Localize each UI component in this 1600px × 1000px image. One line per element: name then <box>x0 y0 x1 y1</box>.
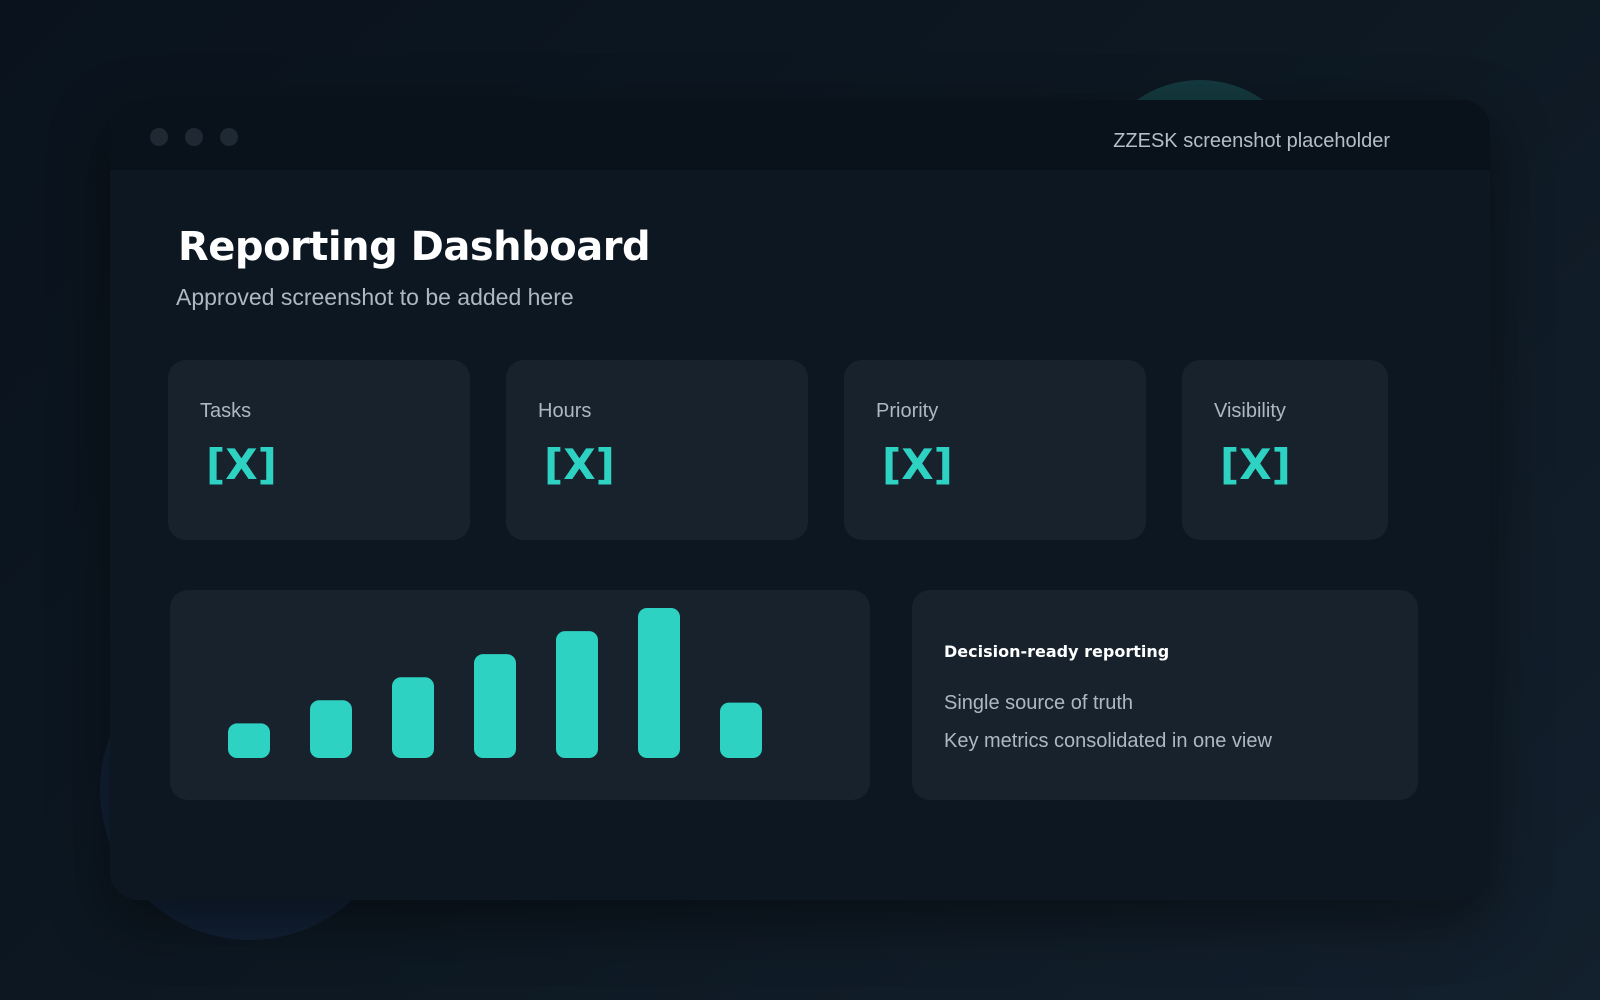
metric-label: Hours <box>538 400 592 422</box>
metric-value: [X] <box>882 440 953 489</box>
chart-bar <box>720 702 762 758</box>
chart-bar <box>392 677 434 758</box>
metric-card-priority: Priority [X] <box>844 360 1146 540</box>
page-subtitle: Approved screenshot to be added here <box>176 284 574 310</box>
window-titlebar: ZZESK screenshot placeholder <box>110 100 1490 170</box>
metric-value: [X] <box>206 440 277 489</box>
chart-bar <box>228 723 270 758</box>
page-title: Reporting Dashboard <box>178 224 651 270</box>
metric-value: [X] <box>1220 440 1291 489</box>
info-card: Decision-ready reporting Single source o… <box>912 590 1418 800</box>
bar-chart-card <box>170 590 870 800</box>
metric-label: Visibility <box>1214 400 1286 422</box>
metric-label: Tasks <box>200 400 252 422</box>
chart-bar <box>638 608 680 758</box>
window-control-dot-icon[interactable] <box>220 128 238 146</box>
chart-bar <box>310 700 352 758</box>
info-line: Key metrics consolidated in one view <box>944 730 1272 752</box>
app-window: ZZESK screenshot placeholder Reporting D… <box>110 100 1490 900</box>
metric-card-hours: Hours [X] <box>506 360 808 540</box>
metric-card-visibility: Visibility [X] <box>1182 360 1388 540</box>
info-line: Single source of truth <box>944 692 1133 714</box>
chart-bar <box>556 631 598 758</box>
info-heading: Decision-ready reporting <box>944 642 1170 661</box>
metric-label: Priority <box>876 400 939 422</box>
metric-value: [X] <box>544 440 615 489</box>
window-control-dot-icon[interactable] <box>150 128 168 146</box>
window-title: ZZESK screenshot placeholder <box>1113 130 1390 152</box>
window-control-dot-icon[interactable] <box>185 128 203 146</box>
chart-bar <box>474 654 516 758</box>
bar-chart <box>228 608 762 758</box>
metric-card-tasks: Tasks [X] <box>168 360 470 540</box>
